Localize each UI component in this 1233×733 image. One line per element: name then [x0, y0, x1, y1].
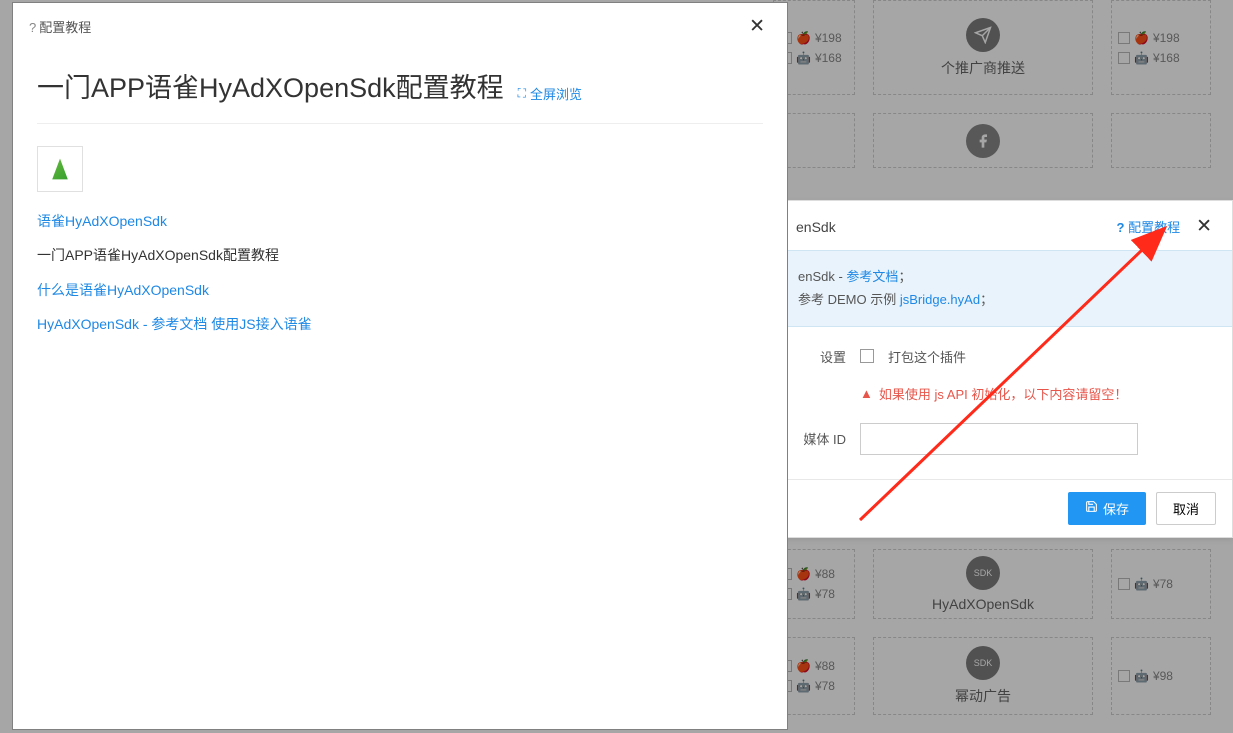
save-icon	[1085, 500, 1098, 516]
content-text: 一门APP语雀HyAdXOpenSdk配置教程	[37, 244, 763, 266]
fullscreen-link[interactable]: ⛶ 全屏浏览	[518, 84, 582, 103]
content-link-3a[interactable]: HyAdXOpenSdk - 参考文档	[37, 316, 207, 332]
cancel-button[interactable]: 取消	[1156, 492, 1216, 525]
leaf-icon	[47, 156, 73, 182]
content-link-1[interactable]: 语雀HyAdXOpenSdk	[37, 213, 167, 229]
page-title: 一门APP语雀HyAdXOpenSdk配置教程	[37, 66, 504, 105]
warning-message: ▲ 如果使用 js API 初始化，以下内容请留空！	[860, 384, 1216, 403]
settings-label: 设置	[798, 347, 846, 366]
config-info-box: enSdk - 参考文档； 参考 DEMO 示例 jsBridge.hyAd；	[782, 250, 1232, 327]
content-link-2[interactable]: 什么是语雀HyAdXOpenSdk	[37, 282, 209, 298]
reference-doc-link[interactable]: 参考文档	[846, 269, 898, 284]
expand-icon: ⛶	[518, 86, 526, 101]
config-panel: enSdk ? 配置教程 ✕ enSdk - 参考文档； 参考 DEMO 示例 …	[781, 200, 1233, 538]
warning-icon: ▲	[860, 386, 873, 401]
save-button[interactable]: 保存	[1068, 492, 1146, 525]
media-id-input[interactable]	[860, 423, 1138, 455]
media-id-label: 媒体 ID	[798, 429, 846, 448]
config-tutorial-link[interactable]: ? 配置教程	[1116, 217, 1180, 236]
pack-plugin-label: 打包这个插件	[888, 347, 966, 366]
pack-plugin-checkbox[interactable]	[860, 349, 874, 363]
content-link-3b[interactable]: 使用JS接入语雀	[211, 316, 311, 332]
demo-link[interactable]: jsBridge.hyAd	[900, 292, 980, 307]
close-icon[interactable]: ✕	[1190, 213, 1218, 240]
thumbnail-image	[37, 146, 83, 192]
tutorial-modal: ?配置教程 ✕ 一门APP语雀HyAdXOpenSdk配置教程 ⛶ 全屏浏览 语…	[12, 2, 788, 730]
close-icon[interactable]: ✕	[743, 13, 771, 40]
config-title: enSdk	[796, 219, 836, 235]
modal-header-title: ?配置教程	[29, 17, 91, 36]
